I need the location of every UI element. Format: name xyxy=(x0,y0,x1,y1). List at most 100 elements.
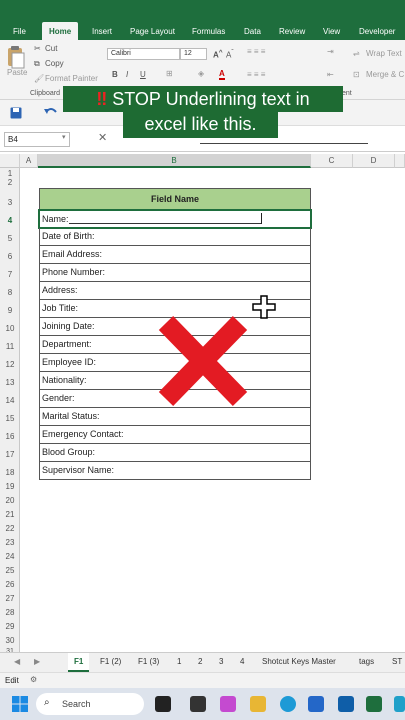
name-box[interactable]: B4 xyxy=(4,132,70,147)
tab-page-layout[interactable]: Page Layout xyxy=(130,27,175,36)
scroll-tabs-right-icon[interactable]: ▶ xyxy=(34,657,40,666)
outlook-icon[interactable] xyxy=(308,696,324,712)
tab-file[interactable]: File xyxy=(13,27,26,36)
column-header-d[interactable]: D xyxy=(353,154,395,168)
table-row[interactable]: Marital Status: xyxy=(39,408,311,426)
row-header[interactable]: 10 xyxy=(0,324,20,333)
row-header[interactable]: 5 xyxy=(0,234,20,243)
column-header-c[interactable]: C xyxy=(311,154,353,168)
fill-color-icon[interactable]: ◈ xyxy=(198,69,204,78)
save-icon[interactable] xyxy=(10,107,22,119)
row-header[interactable]: 28 xyxy=(0,608,20,617)
row-header[interactable]: 12 xyxy=(0,360,20,369)
row-header[interactable]: 20 xyxy=(0,496,20,505)
app-icon-partial[interactable] xyxy=(394,696,405,712)
table-row[interactable]: Supervisor Name: xyxy=(39,462,311,480)
row-header[interactable]: 1 xyxy=(0,169,20,178)
task-view-icon[interactable] xyxy=(190,696,206,712)
cut-icon[interactable]: ✂ xyxy=(34,44,41,53)
row-header[interactable]: 3 xyxy=(0,198,20,207)
table-row[interactable]: Date of Birth: xyxy=(39,228,311,246)
sheet-tab-2[interactable]: 2 xyxy=(198,657,202,666)
cut-button[interactable]: Cut xyxy=(45,44,57,53)
table-row[interactable]: Name: xyxy=(38,209,312,229)
sheet-tab-f1-3[interactable]: F1 (3) xyxy=(138,657,159,666)
sheet-tab-3[interactable]: 3 xyxy=(219,657,223,666)
copilot-icon[interactable] xyxy=(220,696,236,712)
row-header[interactable]: 19 xyxy=(0,482,20,491)
select-all-corner[interactable] xyxy=(0,154,20,168)
font-size-select[interactable]: 12 xyxy=(180,48,207,60)
tab-insert[interactable]: Insert xyxy=(92,27,112,36)
edge-icon[interactable] xyxy=(280,696,296,712)
file-explorer-icon[interactable] xyxy=(250,696,266,712)
row-header[interactable]: 8 xyxy=(0,288,20,297)
row-header[interactable]: 25 xyxy=(0,566,20,575)
italic-icon[interactable]: I xyxy=(126,70,128,79)
sheet-tab-1[interactable]: 1 xyxy=(177,657,181,666)
indent-icon[interactable]: ⇥ xyxy=(327,47,334,56)
row-header[interactable]: 11 xyxy=(0,342,20,351)
table-row[interactable]: Email Address: xyxy=(39,246,311,264)
row-header[interactable]: 26 xyxy=(0,580,20,589)
sheet-tab-st[interactable]: ST xyxy=(392,657,402,666)
wrap-text-button[interactable]: Wrap Text xyxy=(366,49,402,58)
decrease-font-icon[interactable]: Aˇ xyxy=(226,49,234,60)
bold-icon[interactable]: B xyxy=(112,70,118,79)
tab-view[interactable]: View xyxy=(323,27,340,36)
row-header[interactable]: 2 xyxy=(0,178,20,187)
paste-icon[interactable] xyxy=(6,45,26,69)
windows-start-icon[interactable] xyxy=(12,696,28,712)
scroll-tabs-left-icon[interactable]: ◀ xyxy=(14,657,20,666)
format-painter-icon[interactable]: 🖌 xyxy=(34,74,44,83)
taskbar-search[interactable]: ⌕ Search xyxy=(36,693,144,715)
merge-button[interactable]: Merge & C xyxy=(366,70,404,79)
excel-icon[interactable] xyxy=(366,696,382,712)
cancel-icon[interactable]: ✕ xyxy=(98,131,107,144)
tab-formulas[interactable]: Formulas xyxy=(192,27,225,36)
undo-icon[interactable] xyxy=(44,106,58,118)
tab-developer[interactable]: Developer xyxy=(359,27,395,36)
increase-font-icon[interactable]: A^ xyxy=(213,49,223,60)
row-header[interactable]: 6 xyxy=(0,252,20,261)
row-header[interactable]: 14 xyxy=(0,396,20,405)
paste-label[interactable]: Paste xyxy=(7,68,27,77)
row-header[interactable]: 30 xyxy=(0,636,20,645)
outdent-icon[interactable]: ⇤ xyxy=(327,70,334,79)
row-header[interactable]: 15 xyxy=(0,414,20,423)
wrap-text-icon[interactable]: ⇌ xyxy=(353,49,360,58)
row-header[interactable]: 27 xyxy=(0,594,20,603)
column-header-e[interactable] xyxy=(395,154,405,168)
row-header[interactable]: 4 xyxy=(0,216,20,225)
row-header[interactable]: 24 xyxy=(0,552,20,561)
tab-data[interactable]: Data xyxy=(244,27,261,36)
sheet-tab-f1-2[interactable]: F1 (2) xyxy=(100,657,121,666)
row-header[interactable]: 7 xyxy=(0,270,20,279)
table-header-field-name[interactable]: Field Name xyxy=(39,188,311,210)
tab-review[interactable]: Review xyxy=(279,27,305,36)
row-header[interactable]: 23 xyxy=(0,538,20,547)
underline-icon[interactable]: U xyxy=(140,70,146,79)
merge-icon[interactable]: ⊡ xyxy=(353,70,360,79)
borders-icon[interactable]: ⊞ xyxy=(166,69,173,78)
row-header[interactable]: 29 xyxy=(0,622,20,631)
table-row[interactable]: Emergency Contact: xyxy=(39,426,311,444)
column-header-a[interactable]: A xyxy=(20,154,38,168)
align-left-icon[interactable]: ≡ ≡ ≡ xyxy=(247,70,265,79)
row-header[interactable]: 22 xyxy=(0,524,20,533)
table-row[interactable]: Phone Number: xyxy=(39,264,311,282)
format-painter-button[interactable]: Format Painter xyxy=(45,74,98,83)
row-header[interactable]: 9 xyxy=(0,306,20,315)
name-box-dropdown-icon[interactable]: ▾ xyxy=(62,133,66,141)
sheet-tab-4[interactable]: 4 xyxy=(240,657,244,666)
table-row[interactable]: Blood Group: xyxy=(39,444,311,462)
row-header[interactable]: 17 xyxy=(0,450,20,459)
app-icon-adobe[interactable] xyxy=(155,696,171,712)
tab-home[interactable]: Home xyxy=(42,22,79,40)
sheet-tab-tags[interactable]: tags xyxy=(359,657,374,666)
copy-button[interactable]: Copy xyxy=(45,59,64,68)
accessibility-icon[interactable]: ⚙ xyxy=(30,675,37,684)
sheet-tab-f1[interactable]: F1 xyxy=(68,653,90,672)
align-top-icon[interactable]: ≡ ≡ ≡ xyxy=(247,47,265,56)
sheet-tab-shortcut-keys[interactable]: Shotcut Keys Master xyxy=(262,657,336,666)
